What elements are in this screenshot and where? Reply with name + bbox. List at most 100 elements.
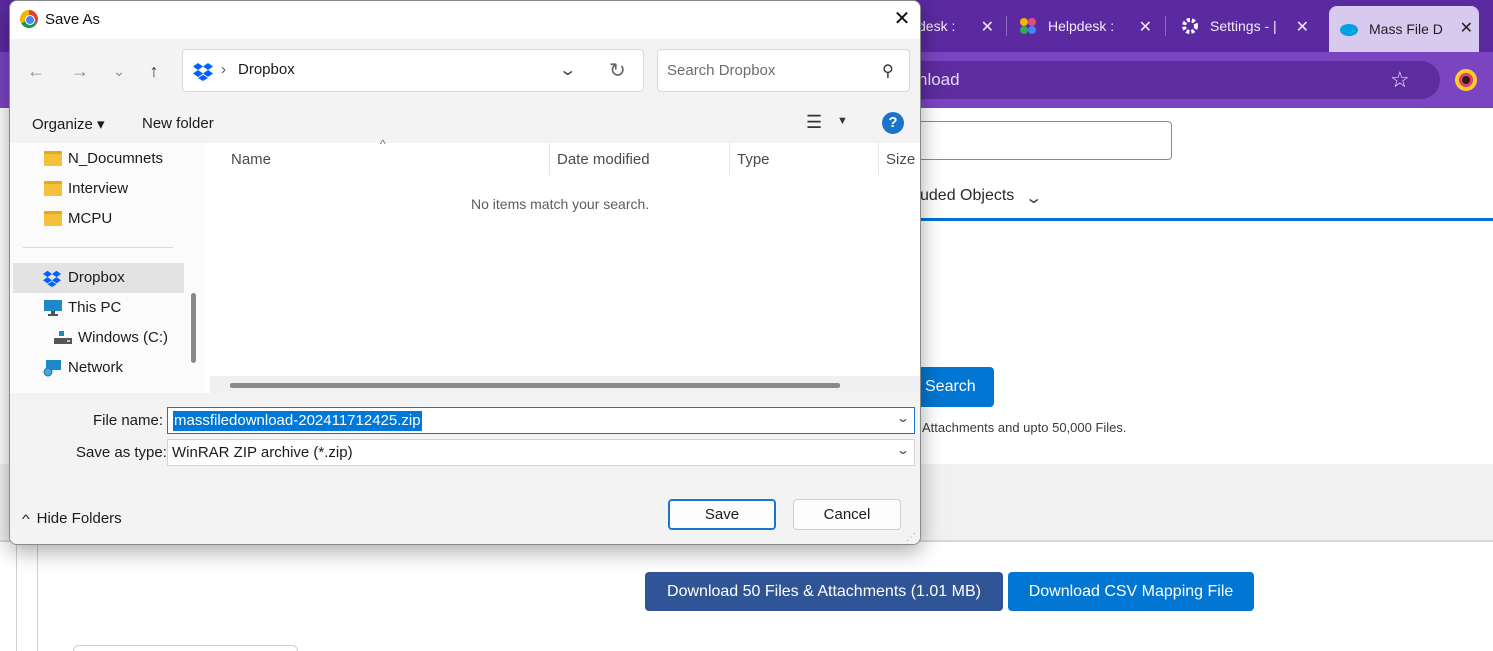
close-icon[interactable]: ✕ xyxy=(1139,17,1152,37)
folder-icon xyxy=(44,181,62,196)
limit-note: Attachments and upto 50,000 Files. xyxy=(922,420,1127,435)
horizontal-scrollbar[interactable] xyxy=(210,376,920,393)
sidebar-scrollbar[interactable] xyxy=(191,293,196,363)
column-header-type[interactable]: Type xyxy=(737,151,770,168)
sidebar-item-label: Dropbox xyxy=(68,269,125,286)
dialog-titlebar[interactable]: Save As ✕ xyxy=(10,1,920,39)
breadcrumb-separator: › xyxy=(221,61,226,78)
bookmark-star-icon[interactable]: ☆ xyxy=(1390,68,1414,92)
save-form: File name: massfiledownload-202411712425… xyxy=(10,393,920,474)
chevron-down-icon[interactable]: ⌄ xyxy=(896,411,910,425)
network-icon xyxy=(43,360,61,377)
column-header-date-modified[interactable]: Date modified xyxy=(557,151,650,168)
tab-label: Helpdesk : xyxy=(1048,18,1115,34)
salesforce-cloud-icon xyxy=(1340,24,1358,36)
helpdesk-icon xyxy=(1020,18,1036,34)
tab-label: Mass File D xyxy=(1369,21,1443,37)
folder-icon xyxy=(44,151,62,166)
help-icon[interactable]: ? xyxy=(882,112,904,134)
sort-ascending-icon: ^ xyxy=(380,137,386,151)
tab-label: Settings - | xyxy=(1210,18,1277,34)
hide-folders-label: Hide Folders xyxy=(36,510,122,527)
address-breadcrumb[interactable]: › Dropbox ⌄ ↻ xyxy=(182,49,644,92)
navigation-pane: N_Documnets Interview MCPU Dropbox This … xyxy=(10,143,205,393)
sidebar-item-label: N_Documnets xyxy=(68,150,164,167)
file-name-field[interactable]: massfiledownload-202411712425.zip ⌄ xyxy=(167,407,915,434)
card xyxy=(73,645,298,651)
save-as-dialog: Save As ✕ ← → ⌄ ↑ › Dropbox ⌄ ↻ Search D… xyxy=(9,0,921,545)
close-icon[interactable]: ✕ xyxy=(981,17,994,37)
up-arrow-icon[interactable]: ↑ xyxy=(142,59,166,83)
included-objects-label[interactable]: uded Objects xyxy=(920,187,1014,205)
file-name-label: File name: xyxy=(93,412,164,429)
sidebar-item-mcpu[interactable]: MCPU xyxy=(10,204,185,234)
sidebar-item-label: Interview xyxy=(68,180,129,197)
scrollbar-thumb[interactable] xyxy=(230,383,840,388)
breadcrumb-location[interactable]: Dropbox xyxy=(238,61,295,78)
cancel-button[interactable]: Cancel xyxy=(793,499,901,530)
file-list: ^ Name Date modified Type Size No items … xyxy=(205,137,920,393)
close-icon[interactable]: ✕ xyxy=(1460,18,1473,38)
download-files-button[interactable]: Download 50 Files & Attachments (1.01 MB… xyxy=(645,572,1003,611)
sidebar-item-label: MCPU xyxy=(68,210,113,227)
extension-icon[interactable] xyxy=(1455,69,1477,91)
save-as-type-label: Save as type: xyxy=(76,444,167,461)
new-folder-button[interactable]: New folder xyxy=(142,115,214,132)
hide-folders-toggle[interactable]: ^ Hide Folders xyxy=(21,510,122,527)
dropbox-icon xyxy=(43,270,61,287)
dialog-footer: ^ Hide Folders Save Cancel ⋰ xyxy=(10,474,920,544)
forward-arrow-icon[interactable]: → xyxy=(68,59,92,83)
navigation-bar: ← → ⌄ ↑ › Dropbox ⌄ ↻ Search Dropbox ⚲ xyxy=(10,39,920,103)
chevron-up-icon: ^ xyxy=(21,512,30,526)
sidebar-item-dropbox[interactable]: Dropbox xyxy=(13,263,184,293)
dropbox-icon xyxy=(193,63,213,81)
chevron-down-icon[interactable]: ⌄ xyxy=(1024,188,1043,208)
sidebar-item-label: This PC xyxy=(68,299,122,316)
computer-icon xyxy=(44,300,62,316)
browser-tab-mass-file-download[interactable]: Mass File D ✕ xyxy=(1329,6,1479,52)
sidebar-item-label: Network xyxy=(68,359,124,376)
active-tab-underline xyxy=(880,218,1493,221)
chevron-down-icon[interactable]: ⌄ xyxy=(558,60,577,80)
close-icon[interactable]: ✕ xyxy=(890,7,914,31)
gear-icon xyxy=(1182,18,1198,34)
browser-tab-helpdesk-2[interactable]: Helpdesk : ✕ xyxy=(1018,8,1158,44)
organize-menu[interactable]: Organize ▾ xyxy=(32,115,105,133)
browser-tab-settings[interactable]: Settings - | ✕ xyxy=(1180,8,1315,44)
column-header-size[interactable]: Size xyxy=(886,151,915,168)
column-divider[interactable] xyxy=(729,143,730,175)
address-bar[interactable]: nload xyxy=(880,61,1440,99)
search-input[interactable]: Search Dropbox ⚲ xyxy=(657,49,910,92)
close-icon[interactable]: ✕ xyxy=(1296,17,1309,37)
column-header-name[interactable]: Name xyxy=(231,151,271,168)
column-divider[interactable] xyxy=(549,143,550,175)
page-text-field[interactable] xyxy=(880,121,1172,160)
folder-icon xyxy=(44,211,62,226)
refresh-icon[interactable]: ↻ xyxy=(609,58,626,83)
tab-separator xyxy=(1165,16,1166,36)
save-as-type-select[interactable]: WinRAR ZIP archive (*.zip) ⌄ xyxy=(167,439,915,466)
chrome-app-icon xyxy=(20,10,38,28)
search-icon: ⚲ xyxy=(882,63,894,80)
command-bar: Organize ▾ New folder ☰ ▼ ? xyxy=(10,103,920,143)
sidebar-item-interview[interactable]: Interview xyxy=(10,174,185,204)
sidebar-item-label: Windows (C:) xyxy=(78,329,169,346)
back-arrow-icon[interactable]: ← xyxy=(24,59,48,83)
chevron-down-icon[interactable]: ⌄ xyxy=(896,443,910,457)
sidebar-item-this-pc[interactable]: This PC xyxy=(10,293,185,323)
resize-grip-icon[interactable]: ⋰ xyxy=(906,532,916,543)
sidebar-item-n-documnets[interactable]: N_Documnets xyxy=(10,144,185,174)
sidebar-item-windows-c[interactable]: Windows (C:) xyxy=(10,323,185,353)
tab-separator xyxy=(1006,16,1007,36)
tab-label: desk : xyxy=(918,18,956,34)
recent-locations-chevron-icon[interactable]: ⌄ xyxy=(107,59,131,83)
browser-tab-helpdesk-1[interactable]: desk : ✕ xyxy=(918,8,1000,44)
save-button[interactable]: Save xyxy=(668,499,776,530)
view-list-icon[interactable]: ☰ xyxy=(806,112,822,133)
drive-icon xyxy=(54,331,72,344)
file-name-value: massfiledownload-202411712425.zip xyxy=(173,411,422,431)
sidebar-item-network[interactable]: Network xyxy=(10,353,185,383)
view-options-caret-icon[interactable]: ▼ xyxy=(837,115,848,127)
column-divider[interactable] xyxy=(878,143,879,175)
download-csv-button[interactable]: Download CSV Mapping File xyxy=(1008,572,1254,611)
